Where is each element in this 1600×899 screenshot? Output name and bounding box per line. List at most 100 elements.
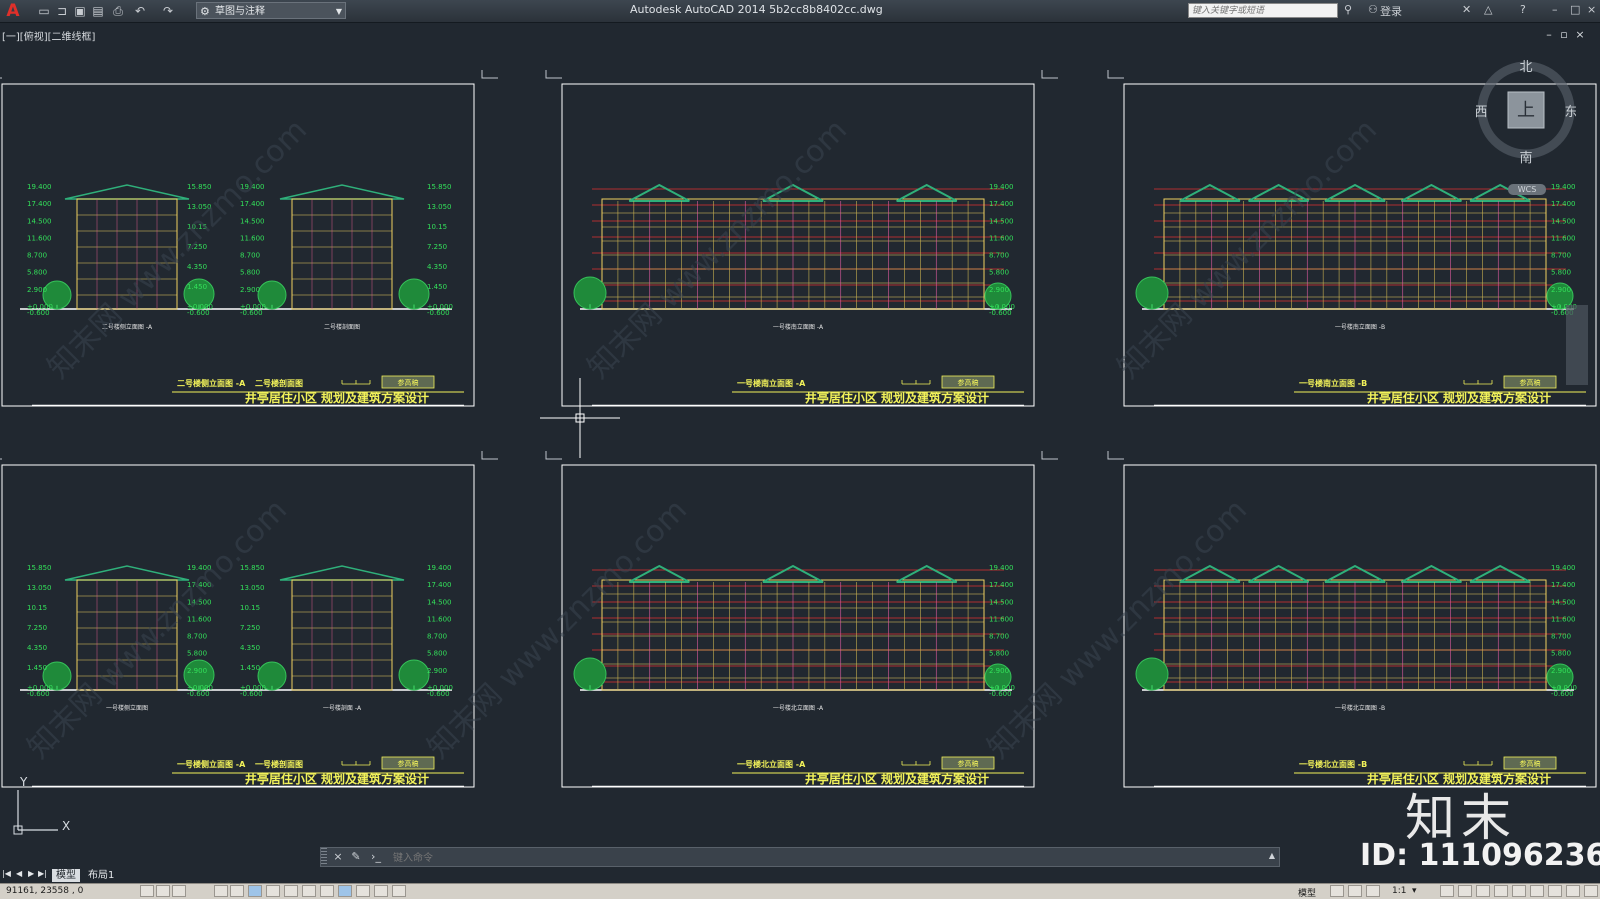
print-icon[interactable]: ⎙ xyxy=(110,3,126,19)
sheet-border xyxy=(561,464,1035,788)
roof xyxy=(64,565,190,581)
level-label: -0.600 xyxy=(240,309,263,317)
command-prompt-icon[interactable]: ›_ xyxy=(369,850,383,864)
status-toggle-button[interactable] xyxy=(156,885,170,897)
save-as-icon[interactable]: ▤ xyxy=(90,3,106,19)
status-toggle-button[interactable] xyxy=(214,885,228,897)
minimize-icon[interactable]: – xyxy=(1552,3,1558,16)
search-input[interactable] xyxy=(1188,3,1338,18)
compass-south[interactable]: 南 xyxy=(1519,150,1532,166)
status-toggle-button[interactable] xyxy=(230,885,244,897)
tab-prev-icon[interactable]: ◀ xyxy=(16,869,22,878)
status-tool-icon[interactable] xyxy=(1584,885,1598,897)
status-tool-icon[interactable] xyxy=(1458,885,1472,897)
level-label: -0.600 xyxy=(187,309,210,317)
status-tool-icon[interactable] xyxy=(1366,885,1380,897)
level-label: 13.050 xyxy=(427,203,452,211)
open-file-icon[interactable]: ⊐ xyxy=(54,3,70,19)
status-tool-icon[interactable] xyxy=(1566,885,1580,897)
status-tool-icon[interactable] xyxy=(1512,885,1526,897)
tab-next-icon[interactable]: ▶ xyxy=(28,869,34,878)
status-tool-icon[interactable] xyxy=(1330,885,1344,897)
redo-icon[interactable]: ↷ xyxy=(160,3,176,19)
compass-north[interactable]: 北 xyxy=(1519,60,1532,75)
tab-last-icon[interactable]: ▶| xyxy=(38,869,47,878)
annotation-scale[interactable]: 1:1 xyxy=(1392,886,1406,896)
view-caption: 一号楼侧立面图 xyxy=(106,704,148,712)
level-label: 2.900 xyxy=(187,667,207,675)
compass-west[interactable]: 西 xyxy=(1476,105,1488,120)
level-label: 2.900 xyxy=(27,286,47,294)
status-toggle-button[interactable] xyxy=(140,885,154,897)
command-close-icon[interactable]: × xyxy=(331,850,345,864)
drawing-sheet[interactable]: 井亭居住小区 规划及建筑方案设计 一号楼北立面图 -A 参高稿 一号楼北立面图 -A 1… xyxy=(545,451,1058,788)
tab-model[interactable]: 模型 xyxy=(52,869,80,882)
status-toggle-button[interactable] xyxy=(392,885,406,897)
model-space-button[interactable]: 模型 xyxy=(1298,886,1316,899)
roof xyxy=(279,565,405,581)
watermark-text: 知末网 www.znzmo.com xyxy=(41,113,314,386)
status-tool-icon[interactable] xyxy=(1440,885,1454,897)
autocad-logo-icon[interactable]: A xyxy=(2,1,24,21)
status-tool-icon[interactable] xyxy=(1494,885,1508,897)
status-toggle-button[interactable] xyxy=(302,885,316,897)
tab-first-icon[interactable]: |◀ xyxy=(2,869,11,878)
level-label: 10.15 xyxy=(240,604,260,612)
status-tool-icon[interactable] xyxy=(1348,885,1362,897)
save-icon[interactable]: ▣ xyxy=(72,3,88,19)
level-label: 11.600 xyxy=(1551,615,1576,623)
level-label: 4.350 xyxy=(187,263,207,271)
level-label: 17.400 xyxy=(989,581,1014,589)
binoculars-icon[interactable]: ⚲ xyxy=(1344,3,1352,16)
status-toggle-button[interactable] xyxy=(356,885,370,897)
wcs-menu[interactable]: WCS xyxy=(1508,184,1546,195)
coordinates-readout[interactable]: 91161, 23558 , 0 xyxy=(6,886,83,896)
command-customize-icon[interactable]: ✎ xyxy=(349,850,363,864)
level-label: -0.600 xyxy=(1551,690,1574,698)
undo-icon[interactable]: ↶ xyxy=(132,3,148,19)
sheet-subtitle: 一号楼侧立面图 -A xyxy=(177,759,246,769)
status-tool-icon[interactable] xyxy=(1530,885,1544,897)
status-toggle-button[interactable] xyxy=(284,885,298,897)
viewcube[interactable]: 上 北 南 东 西 xyxy=(1476,60,1576,170)
level-label: 1.450 xyxy=(187,283,207,291)
close-icon[interactable]: × xyxy=(1587,3,1596,16)
status-toggle-button[interactable] xyxy=(248,885,262,897)
new-file-icon[interactable]: ▭ xyxy=(36,3,52,19)
navigation-bar[interactable] xyxy=(1566,305,1588,385)
drawing-sheet[interactable]: 井亭居住小区 规划及建筑方案设计一号楼北立面图 -B 参高稿一号楼北立面图 -B1… xyxy=(1107,451,1600,788)
maximize-icon[interactable]: □ xyxy=(1570,3,1580,16)
level-label: 2.900 xyxy=(1551,667,1571,675)
status-tool-icon[interactable] xyxy=(1476,885,1490,897)
level-label: 14.500 xyxy=(240,217,265,225)
user-icon[interactable]: ⚇ xyxy=(1368,3,1378,16)
project-title: 井亭居住小区 规划及建筑方案设计 xyxy=(245,390,429,405)
level-label: 8.700 xyxy=(989,633,1009,641)
command-line[interactable]: × ✎ ›_ ▲ xyxy=(320,847,1280,867)
workspace-select[interactable]: ⚙ 草图与注释 ▼ xyxy=(196,2,346,19)
exchange-icon[interactable]: ✕ xyxy=(1462,3,1471,16)
command-input[interactable] xyxy=(391,850,1265,866)
login-link[interactable]: 登录 xyxy=(1380,3,1402,19)
level-label: 2.900 xyxy=(427,667,447,675)
status-toggle-button[interactable] xyxy=(320,885,334,897)
tab-layout1[interactable]: 布局1 xyxy=(84,869,118,882)
status-toggle-button[interactable] xyxy=(172,885,186,897)
status-toggle-button[interactable] xyxy=(266,885,280,897)
annotation-scale-arrow[interactable]: ▾ xyxy=(1412,886,1417,896)
command-history-icon[interactable]: ▲ xyxy=(1269,851,1275,860)
drawing-canvas[interactable]: 井亭居住小区 规划及建筑方案设计二号楼侧立面图 -A 二号楼剖面图 参高稿二号楼侧立… xyxy=(0,40,1600,846)
a360-icon[interactable]: △ xyxy=(1484,3,1492,16)
level-label: 10.15 xyxy=(27,604,47,612)
sheet-subtitle: 二号楼侧立面图 -A xyxy=(177,378,246,388)
scale-bar xyxy=(901,380,931,385)
level-label: 5.800 xyxy=(187,650,207,658)
compass-east[interactable]: 东 xyxy=(1564,105,1576,120)
command-grip-icon[interactable] xyxy=(321,848,327,866)
status-toggle-button[interactable] xyxy=(338,885,352,897)
stamp-label: 参高稿 xyxy=(398,759,419,768)
level-label: 8.700 xyxy=(1551,633,1571,641)
help-icon[interactable]: ? xyxy=(1520,3,1526,16)
status-tool-icon[interactable] xyxy=(1548,885,1562,897)
status-toggle-button[interactable] xyxy=(374,885,388,897)
